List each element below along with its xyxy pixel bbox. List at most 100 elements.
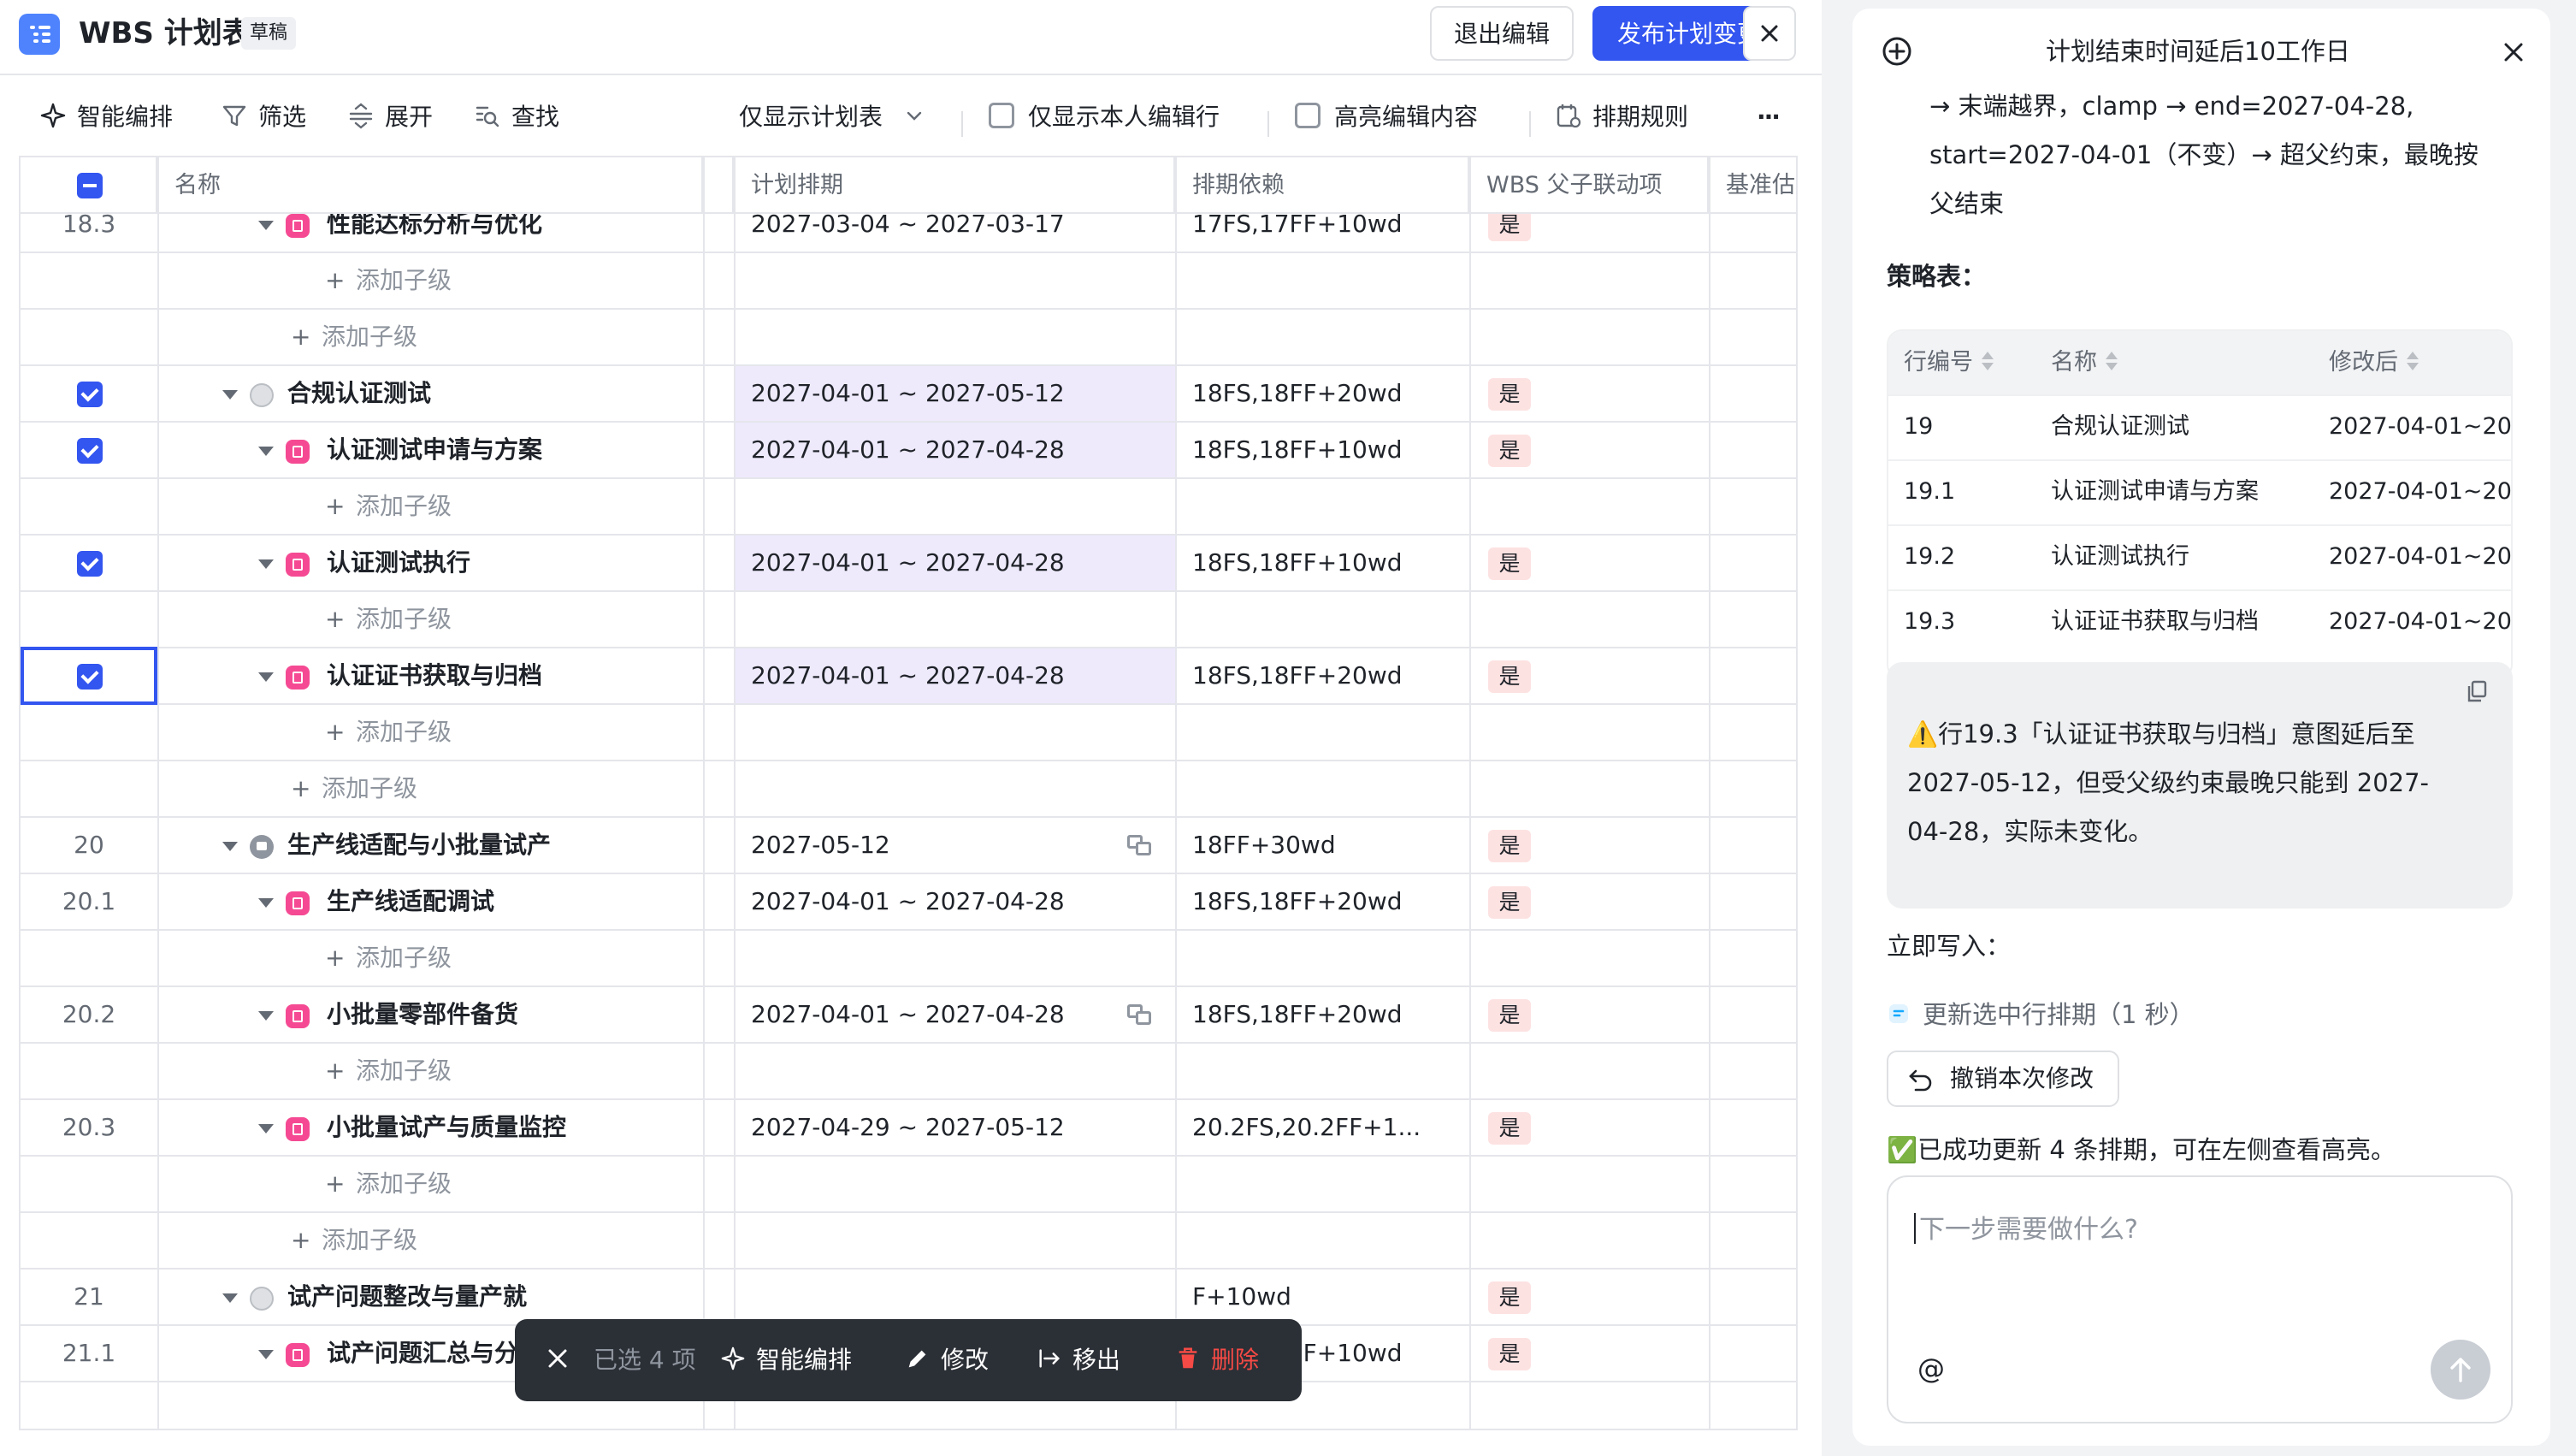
task-name[interactable]: 认证测试执行: [327, 536, 470, 590]
schedule-cell[interactable]: 2027-04-01 ~ 2027-04-28: [751, 987, 1065, 1042]
table-row[interactable]: 20.3 小批量试产与质量监控 2027-04-29 ~ 2027-05-12 20.…: [21, 1100, 1796, 1157]
add-child-button[interactable]: + 添加子级: [325, 1157, 452, 1211]
linked-copy-icon[interactable]: [1127, 1004, 1153, 1027]
table-row[interactable]: 20 生产线适配与小批量试产 2027-05-12 18FF+30wd 是: [21, 818, 1796, 874]
dependency-cell[interactable]: 20.2FS,20.2FF+1...: [1192, 1100, 1421, 1155]
table-row[interactable]: + 添加子级: [21, 1044, 1796, 1100]
filter-button[interactable]: 筛选: [221, 98, 306, 137]
dependency-cell[interactable]: 18FS,18FF+20wd: [1192, 874, 1403, 929]
table-row[interactable]: 21 试产问题整改与量产就 F+10wd 是: [21, 1270, 1796, 1326]
collapse-toggle-icon[interactable]: [258, 672, 274, 682]
task-name[interactable]: 认证测试申请与方案: [327, 423, 542, 477]
schedule-cell[interactable]: 2027-04-01 ~ 2027-04-28: [751, 874, 1065, 929]
column-header-dependency[interactable]: 排期依赖: [1175, 157, 1469, 214]
task-name[interactable]: 试产问题整改与量产就: [287, 1270, 527, 1324]
schedule-cell[interactable]: 2027-04-01 ~ 2027-04-28: [751, 648, 1065, 703]
column-header-wbs-link[interactable]: WBS 父子联动项: [1469, 157, 1709, 214]
add-child-button[interactable]: + 添加子级: [325, 931, 452, 985]
bulk-move-out-button[interactable]: 移出: [1037, 1319, 1120, 1401]
exit-edit-button[interactable]: 退出编辑: [1430, 6, 1574, 61]
table-row[interactable]: + 添加子级: [21, 1213, 1796, 1270]
checkbox-box[interactable]: [989, 103, 1014, 128]
smart-arrange-button[interactable]: 智能编排: [39, 98, 173, 137]
copy-icon[interactable]: [2465, 679, 2489, 703]
column-header-name[interactable]: 名称: [157, 157, 703, 214]
dependency-cell[interactable]: 18FS,18FF+10wd: [1192, 536, 1403, 590]
table-row[interactable]: + 添加子级: [21, 479, 1796, 536]
table-row[interactable]: + 添加子级: [21, 931, 1796, 987]
column-header-baseline[interactable]: 基准估: [1709, 157, 1796, 214]
add-child-button[interactable]: + 添加子级: [325, 1044, 452, 1098]
dependency-cell[interactable]: 18FS,18FF+20wd: [1192, 987, 1403, 1042]
table-row[interactable]: + 添加子级: [21, 310, 1796, 366]
collapse-toggle-icon[interactable]: [258, 221, 274, 230]
table-row[interactable]: 合规认证测试 2027-04-01 ~ 2027-05-12 18FS,18FF+2…: [21, 366, 1796, 423]
dependency-cell[interactable]: 18FS,18FF+20wd: [1192, 648, 1403, 703]
collapse-toggle-icon[interactable]: [258, 898, 274, 908]
task-name[interactable]: 生产线适配调试: [327, 874, 494, 929]
add-child-button[interactable]: + 添加子级: [325, 705, 452, 760]
table-row[interactable]: 认证测试申请与方案 2027-04-01 ~ 2027-04-28 18FS,18F…: [21, 423, 1796, 479]
policy-col-name[interactable]: 名称: [2051, 331, 2118, 394]
add-circle-icon[interactable]: [1880, 34, 1914, 68]
policy-row[interactable]: 19.1 认证测试申请与方案 2027-04-01~20: [1888, 459, 2511, 523]
column-header-schedule[interactable]: 计划排期: [734, 157, 1175, 214]
close-editor-button[interactable]: [1743, 6, 1796, 61]
task-name[interactable]: 生产线适配与小批量试产: [287, 818, 551, 873]
select-all-header[interactable]: [21, 157, 157, 214]
collapse-toggle-icon[interactable]: [222, 390, 238, 400]
collapse-toggle-icon[interactable]: [258, 559, 274, 569]
collapse-toggle-icon[interactable]: [258, 1124, 274, 1133]
linked-copy-icon[interactable]: [1127, 835, 1153, 857]
bulk-smart-arrange-button[interactable]: 智能编排: [720, 1319, 852, 1401]
chat-input-placeholder[interactable]: 下一步需要做什么?: [1919, 1208, 2138, 1246]
policy-row[interactable]: 19.3 认证证书获取与归档 2027-04-01~20: [1888, 589, 2511, 653]
undo-changes-button[interactable]: 撤销本次修改: [1887, 1051, 2119, 1107]
schedule-cell[interactable]: 2027-04-29 ~ 2027-05-12: [751, 1100, 1065, 1155]
collapse-toggle-icon[interactable]: [222, 842, 238, 851]
add-child-button[interactable]: + 添加子级: [325, 592, 452, 647]
dependency-cell[interactable]: F+10wd: [1192, 1270, 1291, 1324]
collapse-toggle-icon[interactable]: [258, 1350, 274, 1359]
schedule-cell[interactable]: 2027-04-01 ~ 2027-04-28: [751, 423, 1065, 477]
row-checkbox[interactable]: [77, 438, 103, 464]
view-select[interactable]: 仅显示计划表: [739, 98, 925, 137]
sort-icon[interactable]: [1982, 351, 1994, 372]
table-row[interactable]: 认证证书获取与归档 2027-04-01 ~ 2027-04-28 18FS,18F…: [21, 648, 1796, 705]
table-row[interactable]: + 添加子级: [21, 1157, 1796, 1213]
sort-icon[interactable]: [2407, 351, 2419, 372]
task-name[interactable]: 认证证书获取与归档: [327, 648, 542, 703]
mention-button[interactable]: @: [1905, 1343, 1957, 1394]
find-button[interactable]: 查找: [474, 98, 559, 137]
task-name[interactable]: 合规认证测试: [287, 366, 431, 421]
table-row[interactable]: + 添加子级: [21, 253, 1796, 310]
clear-selection-button[interactable]: [546, 1319, 570, 1401]
highlight-edits-checkbox[interactable]: 高亮编辑内容: [1295, 98, 1478, 137]
more-options-button[interactable]: ···: [1757, 98, 1781, 137]
dependency-cell[interactable]: 18FS,18FF+20wd: [1192, 366, 1403, 421]
schedule-cell[interactable]: 2027-05-12: [751, 818, 890, 873]
bulk-delete-button[interactable]: 删除: [1175, 1319, 1259, 1401]
schedule-cell[interactable]: 2027-04-01 ~ 2027-05-12: [751, 366, 1065, 421]
collapse-toggle-icon[interactable]: [222, 1293, 238, 1303]
table-row[interactable]: + 添加子级: [21, 592, 1796, 648]
policy-col-after[interactable]: 修改后: [2329, 331, 2419, 394]
row-checkbox[interactable]: [77, 382, 103, 407]
dependency-cell[interactable]: 18FF+30wd: [1192, 818, 1336, 873]
expand-button[interactable]: 展开: [347, 98, 433, 137]
row-checkbox[interactable]: [77, 551, 103, 577]
add-child-button[interactable]: + 添加子级: [325, 253, 452, 308]
chat-input-box[interactable]: 下一步需要做什么? @: [1887, 1175, 2513, 1423]
table-row[interactable]: + 添加子级: [21, 761, 1796, 818]
policy-row[interactable]: 19 合规认证测试 2027-04-01~20: [1888, 394, 2511, 458]
collapse-toggle-icon[interactable]: [258, 447, 274, 456]
table-row[interactable]: 20.2 小批量零部件备货 2027-04-01 ~ 2027-04-28 18FS,…: [21, 987, 1796, 1044]
task-name[interactable]: 试产问题汇总与分析: [327, 1326, 542, 1381]
add-child-button[interactable]: + 添加子级: [325, 479, 452, 534]
close-icon[interactable]: [2499, 38, 2528, 67]
schedule-rules-button[interactable]: 排期规则: [1555, 98, 1688, 137]
table-row[interactable]: + 添加子级: [21, 705, 1796, 761]
add-child-button[interactable]: + 添加子级: [291, 1213, 417, 1268]
only-mine-checkbox[interactable]: 仅显示本人编辑行: [989, 98, 1220, 137]
add-child-button[interactable]: + 添加子级: [291, 761, 417, 816]
